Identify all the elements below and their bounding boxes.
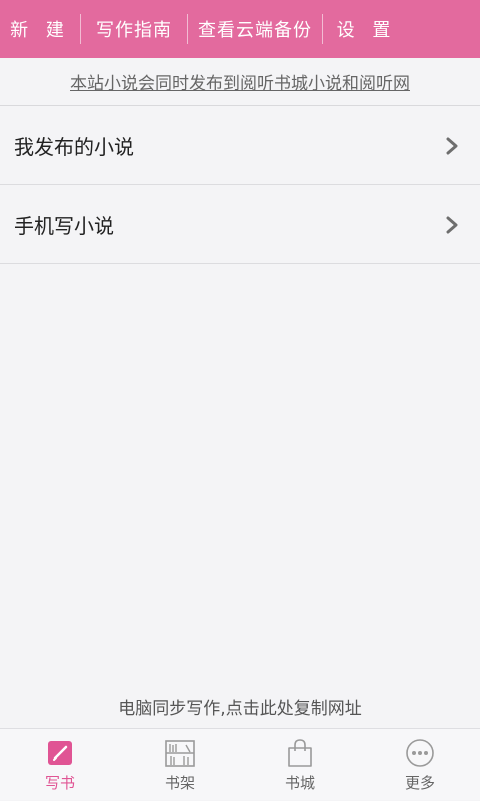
new-button[interactable]: 新 建	[0, 0, 80, 58]
chevron-right-icon	[444, 215, 460, 235]
top-toolbar: 新 建 写作指南 查看云端备份 设 置	[0, 0, 480, 58]
publish-notice: 本站小说会同时发布到阅听书城小说和阅听网	[0, 58, 480, 106]
bookshelf-icon	[164, 737, 196, 769]
menu-item-write-on-phone[interactable]: 手机写小说	[0, 186, 480, 264]
nav-tab-write[interactable]: 写书	[0, 729, 120, 801]
cloud-backup-button[interactable]: 查看云端备份	[188, 0, 322, 58]
menu-item-label: 手机写小说	[14, 214, 114, 238]
nav-tab-label: 写书	[44, 774, 75, 792]
more-dots-icon	[404, 737, 436, 769]
nav-tab-bookshelf[interactable]: 书架	[120, 729, 240, 801]
nav-tab-more[interactable]: 更多	[360, 729, 480, 801]
menu-item-label: 我发布的小说	[14, 135, 134, 159]
publish-notice-link[interactable]: 本站小说会同时发布到阅听书城小说和阅听网	[70, 69, 410, 94]
settings-button[interactable]: 设 置	[323, 0, 410, 58]
nav-tab-label: 更多	[404, 774, 435, 792]
copy-url-link[interactable]: 电脑同步写作,点击此处复制网址	[0, 690, 480, 722]
nav-tab-label: 书城	[284, 774, 315, 792]
pencil-icon	[44, 737, 76, 769]
nav-tab-bookstore[interactable]: 书城	[240, 729, 360, 801]
writing-guide-button[interactable]: 写作指南	[81, 0, 187, 58]
nav-tab-label: 书架	[164, 774, 195, 792]
menu-item-my-novels[interactable]: 我发布的小说	[0, 107, 480, 185]
chevron-right-icon	[444, 136, 460, 156]
bottom-nav: 写书 书架 书城 更多	[0, 728, 480, 800]
shopping-bag-icon	[284, 737, 316, 769]
